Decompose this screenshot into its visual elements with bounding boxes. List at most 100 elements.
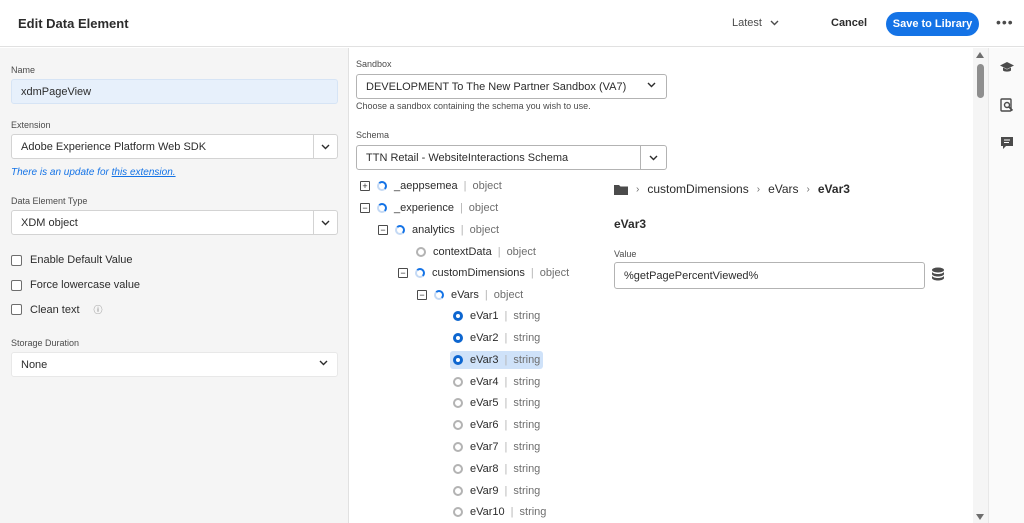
- tree-node-evar6[interactable]: eVar6 | string: [453, 416, 540, 434]
- revision-picker[interactable]: Latest: [732, 17, 779, 29]
- tree-separator: |: [504, 397, 508, 409]
- extension-picker-button[interactable]: [313, 135, 337, 158]
- enable-default-value-checkbox[interactable]: Enable Default Value: [11, 254, 133, 266]
- cancel-button[interactable]: Cancel: [831, 17, 867, 29]
- tree-node-evar4[interactable]: eVar4 | string: [453, 373, 540, 391]
- string-node-icon: [453, 311, 463, 321]
- scroll-down-icon[interactable]: [976, 514, 984, 520]
- checkbox-box[interactable]: [11, 304, 22, 315]
- tree-node-name: analytics: [412, 224, 455, 236]
- tree-node-evar10[interactable]: eVar10 | string: [453, 503, 546, 521]
- chevron-down-icon: [649, 155, 658, 160]
- more-options-icon[interactable]: •••: [996, 14, 1014, 30]
- expand-icon[interactable]: +: [360, 181, 370, 191]
- tree-separator: |: [504, 332, 508, 344]
- folder-icon[interactable]: [614, 184, 628, 195]
- type-picker[interactable]: XDM object: [11, 210, 338, 235]
- string-node-icon: [453, 464, 463, 474]
- tree-node-type: string: [513, 332, 541, 344]
- data-element-picker-icon[interactable]: [931, 267, 945, 283]
- tree-node-customdimensions[interactable]: − customDimensions | object: [398, 264, 569, 282]
- tree-node-name: eVar8: [470, 463, 499, 475]
- tree-separator: |: [504, 463, 508, 475]
- tree-node-name: eVar2: [470, 332, 499, 344]
- tree-separator: |: [463, 180, 467, 192]
- tree-separator: |: [504, 310, 508, 322]
- sandbox-value: DEVELOPMENT To The New Partner Sandbox (…: [366, 80, 627, 93]
- checkbox-box[interactable]: [11, 279, 22, 291]
- clean-text-checkbox[interactable]: Clean text ⓘ: [11, 303, 103, 316]
- field-title: eVar3: [614, 217, 647, 231]
- sandbox-picker[interactable]: DEVELOPMENT To The New Partner Sandbox (…: [356, 74, 667, 99]
- extension-label: Extension: [11, 120, 51, 130]
- tree-separator: |: [459, 202, 463, 214]
- breadcrumb-item[interactable]: customDimensions: [647, 182, 748, 196]
- schema-picker[interactable]: TTN Retail - WebsiteInteractions Schema: [356, 145, 667, 170]
- tree-node-contextdata[interactable]: contextData | object: [416, 243, 536, 261]
- tree-node-experience[interactable]: − _experience | object: [360, 199, 498, 217]
- force-lowercase-checkbox[interactable]: Force lowercase value: [11, 279, 140, 291]
- tree-node-evar1[interactable]: eVar1 | string: [453, 307, 540, 325]
- sandbox-label: Sandbox: [356, 59, 392, 69]
- collapse-icon[interactable]: −: [398, 268, 408, 278]
- tree-node-evars[interactable]: − eVars | object: [417, 286, 523, 304]
- checkbox-label: Force lowercase value: [30, 279, 141, 291]
- tree-node-type: string: [513, 463, 541, 475]
- string-node-icon: [453, 398, 463, 408]
- type-label: Data Element Type: [11, 196, 88, 206]
- collapse-icon[interactable]: −: [378, 225, 388, 235]
- object-node-icon: [416, 247, 426, 257]
- schema-picker-button[interactable]: [640, 146, 666, 169]
- tree-separator: |: [504, 354, 508, 366]
- tree-separator: |: [484, 289, 488, 301]
- tree-node-type: string: [513, 310, 541, 322]
- tree-node-evar9[interactable]: eVar9 | string: [453, 482, 540, 500]
- chevron-down-icon: [319, 360, 328, 366]
- graduation-cap-icon[interactable]: [1000, 60, 1014, 74]
- breadcrumb-current: eVar3: [817, 182, 850, 196]
- chevron-down-icon: [770, 20, 779, 26]
- type-picker-button[interactable]: [313, 211, 337, 234]
- tree-node-type: string: [513, 354, 541, 366]
- checkbox-box[interactable]: [11, 254, 22, 266]
- tree-node-name: eVar4: [470, 376, 499, 388]
- scroll-thumb[interactable]: [977, 64, 984, 98]
- tree-node-evar3-selected[interactable]: eVar3 | string: [450, 351, 544, 369]
- tree-separator: |: [504, 376, 508, 388]
- tree-node-name: eVar7: [470, 441, 499, 453]
- checkbox-label: Clean text: [30, 303, 80, 316]
- tree-node-analytics[interactable]: − analytics | object: [378, 221, 499, 239]
- tree-node-name: eVar3: [470, 354, 499, 366]
- checkbox-label: Enable Default Value: [30, 254, 133, 266]
- save-to-library-button[interactable]: Save to Library: [886, 12, 979, 36]
- comment-icon[interactable]: [1000, 136, 1014, 150]
- breadcrumb-item[interactable]: eVars: [768, 182, 798, 196]
- tree-separator: |: [510, 506, 514, 518]
- tree-separator: |: [530, 267, 534, 279]
- storage-duration-picker[interactable]: None: [11, 352, 338, 377]
- page-title: Edit Data Element: [18, 16, 129, 31]
- tree-node-evar7[interactable]: eVar7 | string: [453, 438, 540, 456]
- info-icon[interactable]: ⓘ: [94, 303, 103, 316]
- string-node-icon: [453, 420, 463, 430]
- collapse-icon[interactable]: −: [360, 203, 370, 213]
- tree-node-type: string: [513, 485, 541, 497]
- name-input[interactable]: xdmPageView: [11, 79, 338, 104]
- tree-node-aeppsemea[interactable]: + _aeppsemea | object: [360, 177, 502, 195]
- collapse-icon[interactable]: −: [417, 290, 427, 300]
- tree-node-evar5[interactable]: eVar5 | string: [453, 394, 540, 412]
- sandbox-help-text: Choose a sandbox containing the schema y…: [356, 101, 591, 111]
- tree-node-type: string: [513, 376, 541, 388]
- tree-node-evar8[interactable]: eVar8 | string: [453, 460, 540, 478]
- extension-picker[interactable]: Adobe Experience Platform Web SDK: [11, 134, 338, 159]
- scrollbar[interactable]: [973, 48, 988, 523]
- chevron-down-icon: [321, 144, 330, 149]
- tree-node-evar2[interactable]: eVar2 | string: [453, 329, 540, 347]
- string-node-icon: [453, 507, 463, 517]
- revision-label: Latest: [732, 17, 762, 29]
- tree-node-type: object: [468, 202, 499, 214]
- scroll-up-icon[interactable]: [976, 52, 984, 58]
- value-input[interactable]: %getPagePercentViewed%: [614, 262, 925, 289]
- update-extension-link[interactable]: this extension.: [112, 167, 176, 178]
- search-document-icon[interactable]: [1000, 98, 1014, 112]
